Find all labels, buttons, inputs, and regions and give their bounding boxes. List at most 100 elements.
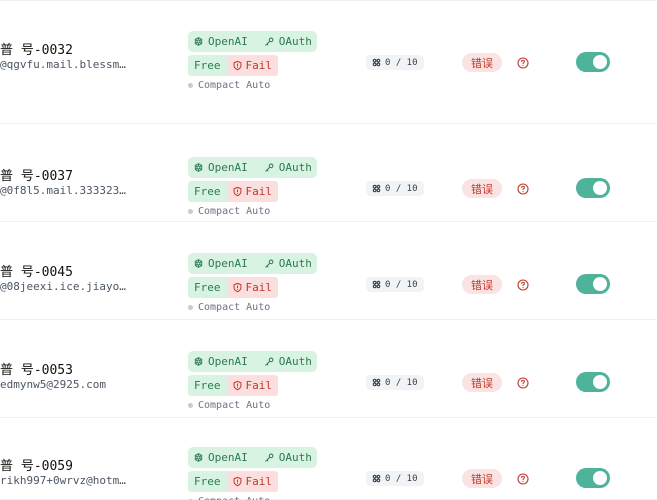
enable-toggle[interactable] — [576, 274, 610, 294]
account-row: 普 号-0053 edmynw5@2925.com OpenAI OAuth F… — [0, 320, 657, 418]
question-circle-icon[interactable] — [517, 183, 529, 195]
openai-logo-icon — [194, 37, 203, 46]
toggle-knob — [593, 375, 607, 389]
auth-label: OAuth — [278, 355, 312, 368]
check-fail-badge: Fail — [226, 55, 278, 76]
account-name: 普 号-0045 — [0, 265, 73, 280]
provider-label: OpenAI — [208, 451, 248, 464]
quota-value: 0 / 10 — [385, 279, 418, 290]
account-name: 普 号-0032 — [0, 43, 73, 58]
check-fail-badge: Fail — [226, 181, 278, 202]
plan-badge: Free — [188, 471, 227, 492]
provider-label: OpenAI — [208, 355, 248, 368]
plan-status-group: Free Fail — [188, 277, 328, 298]
quota-badge: 0 / 10 — [366, 375, 424, 390]
openai-logo-icon — [194, 453, 203, 462]
check-fail-badge: Fail — [226, 471, 278, 492]
mode-label: Compact Auto — [198, 80, 271, 91]
mode-dot — [188, 209, 193, 214]
quota-badge: 0 / 10 — [366, 55, 424, 70]
question-circle-icon[interactable] — [517, 377, 529, 389]
mode-dot — [188, 403, 193, 408]
openai-logo-icon — [194, 357, 203, 366]
auth-label: OAuth — [278, 451, 312, 464]
plan-status-group: Free Fail — [188, 55, 328, 76]
plan-badge: Free — [188, 277, 227, 298]
shield-alert-icon — [233, 476, 241, 487]
account-email: @qgvfu.mail.blessm… — [0, 58, 126, 71]
question-circle-icon[interactable] — [517, 473, 529, 485]
provider-pill: OpenAI OAuth — [188, 31, 317, 52]
status-badge: 错误 — [462, 373, 502, 392]
mode-indicator: Compact Auto — [188, 302, 328, 313]
enable-toggle[interactable] — [576, 52, 610, 72]
toggle-knob — [593, 471, 607, 485]
provider-label: OpenAI — [208, 257, 248, 270]
shield-alert-icon — [233, 186, 241, 197]
account-email: @0f8l5.mail.333323… — [0, 184, 126, 197]
enable-toggle[interactable] — [576, 372, 610, 392]
quota-value: 0 / 10 — [385, 57, 418, 68]
quota-value: 0 / 10 — [385, 377, 418, 388]
account-list: 普 号-0032 @qgvfu.mail.blessm… OpenAI OAut… — [0, 0, 657, 500]
mode-indicator: Compact Auto — [188, 400, 328, 411]
openai-logo-icon — [194, 259, 203, 268]
mode-indicator: Compact Auto — [188, 496, 328, 500]
account-name: 普 号-0053 — [0, 363, 73, 378]
mode-indicator: Compact Auto — [188, 206, 328, 217]
plan-status-group: Free Fail — [188, 181, 328, 202]
shield-alert-icon — [233, 282, 241, 293]
account-tags: OpenAI OAuth Free — [188, 253, 328, 313]
quota-badge: 0 / 10 — [366, 181, 424, 196]
toggle-knob — [593, 277, 607, 291]
status-badge: 错误 — [462, 469, 502, 488]
mode-label: Compact Auto — [198, 400, 271, 411]
mode-indicator: Compact Auto — [188, 80, 328, 91]
plan-badge: Free — [188, 181, 227, 202]
plan-badge: Free — [188, 55, 227, 76]
grid-icon — [372, 280, 381, 289]
question-circle-icon[interactable] — [517, 57, 529, 69]
key-icon — [265, 453, 274, 462]
openai-logo-icon — [194, 163, 203, 172]
shield-alert-icon — [233, 60, 241, 71]
check-fail-label: Fail — [245, 475, 273, 488]
auth-label: OAuth — [278, 161, 312, 174]
plan-status-group: Free Fail — [188, 471, 328, 492]
provider-pill: OpenAI OAuth — [188, 253, 317, 274]
enable-toggle[interactable] — [576, 468, 610, 488]
provider-pill: OpenAI OAuth — [188, 447, 317, 468]
enable-toggle[interactable] — [576, 178, 610, 198]
toggle-knob — [593, 181, 607, 195]
account-email: rikh997+0wrvz@hotm… — [0, 474, 126, 487]
key-icon — [265, 163, 274, 172]
grid-icon — [372, 474, 381, 483]
account-row: 普 号-0059 rikh997+0wrvz@hotm… OpenAI OAut… — [0, 418, 657, 500]
grid-icon — [372, 184, 381, 193]
quota-value: 0 / 10 — [385, 473, 418, 484]
provider-pill: OpenAI OAuth — [188, 351, 317, 372]
provider-pill: OpenAI OAuth — [188, 157, 317, 178]
key-icon — [265, 357, 274, 366]
check-fail-label: Fail — [245, 59, 273, 72]
key-icon — [265, 37, 274, 46]
mode-label: Compact Auto — [198, 302, 271, 313]
plan-badge: Free — [188, 375, 227, 396]
account-tags: OpenAI OAuth Free — [188, 31, 328, 91]
check-fail-label: Fail — [245, 281, 273, 294]
grid-icon — [372, 58, 381, 67]
account-tags: OpenAI OAuth Free — [188, 157, 328, 217]
account-row: 普 号-0045 @08jeexi.ice.jiayo… OpenAI OAut… — [0, 222, 657, 320]
toggle-knob — [593, 55, 607, 69]
account-name: 普 号-0037 — [0, 169, 73, 184]
account-email: edmynw5@2925.com — [0, 378, 106, 391]
check-fail-label: Fail — [245, 379, 273, 392]
quota-value: 0 / 10 — [385, 183, 418, 194]
account-row: 普 号-0032 @qgvfu.mail.blessm… OpenAI OAut… — [0, 0, 657, 124]
mode-label: Compact Auto — [198, 496, 270, 500]
account-tags: OpenAI OAuth Free — [188, 447, 328, 500]
account-email: @08jeexi.ice.jiayo… — [0, 280, 126, 293]
plan-status-group: Free Fail — [188, 375, 328, 396]
question-circle-icon[interactable] — [517, 279, 529, 291]
provider-label: OpenAI — [208, 35, 248, 48]
